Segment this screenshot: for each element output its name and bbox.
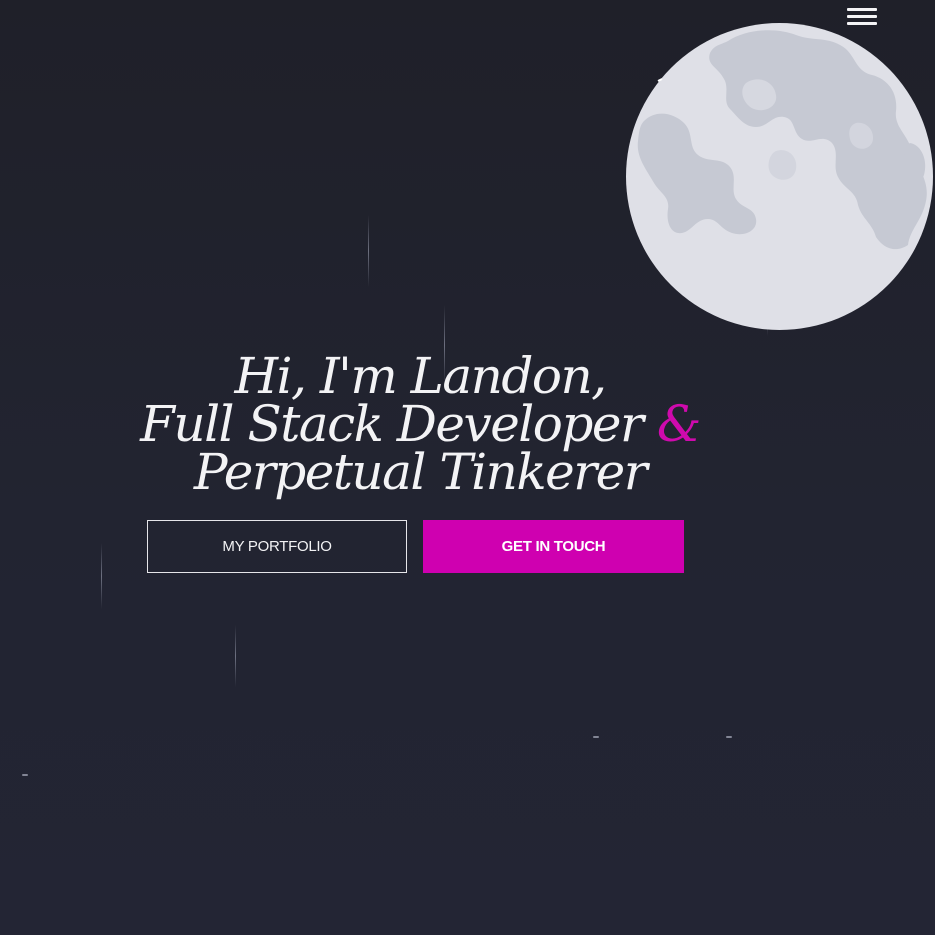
shooting-star: [368, 215, 369, 287]
get-in-touch-label: GET IN TOUCH: [501, 538, 606, 555]
hero-role-line: Full Stack Developer &: [130, 399, 710, 449]
star: [590, 736, 602, 739]
star: [19, 774, 31, 777]
hero-headline: Hi, I'm Landon, Full Stack Developer & P…: [130, 347, 710, 501]
shooting-star: [101, 543, 102, 609]
hamburger-menu-icon: [847, 22, 877, 25]
hero-section: Hi, I'm Landon, Full Stack Developer & P…: [0, 0, 935, 935]
star: [723, 736, 735, 739]
hero-ampersand: &: [656, 395, 702, 453]
hero-greeting: Hi, I'm Landon,: [234, 347, 607, 405]
get-in-touch-button[interactable]: GET IN TOUCH: [423, 520, 684, 573]
hamburger-menu-icon: [847, 15, 877, 18]
my-portfolio-label: MY PORTFOLIO: [222, 538, 332, 555]
shooting-star: [235, 625, 236, 687]
my-portfolio-button[interactable]: MY PORTFOLIO: [147, 520, 407, 573]
hamburger-menu-icon: [847, 8, 877, 11]
moon-icon: [626, 23, 933, 330]
hero-tagline: Perpetual Tinkerer: [193, 443, 648, 501]
menu-button[interactable]: [846, 6, 878, 28]
